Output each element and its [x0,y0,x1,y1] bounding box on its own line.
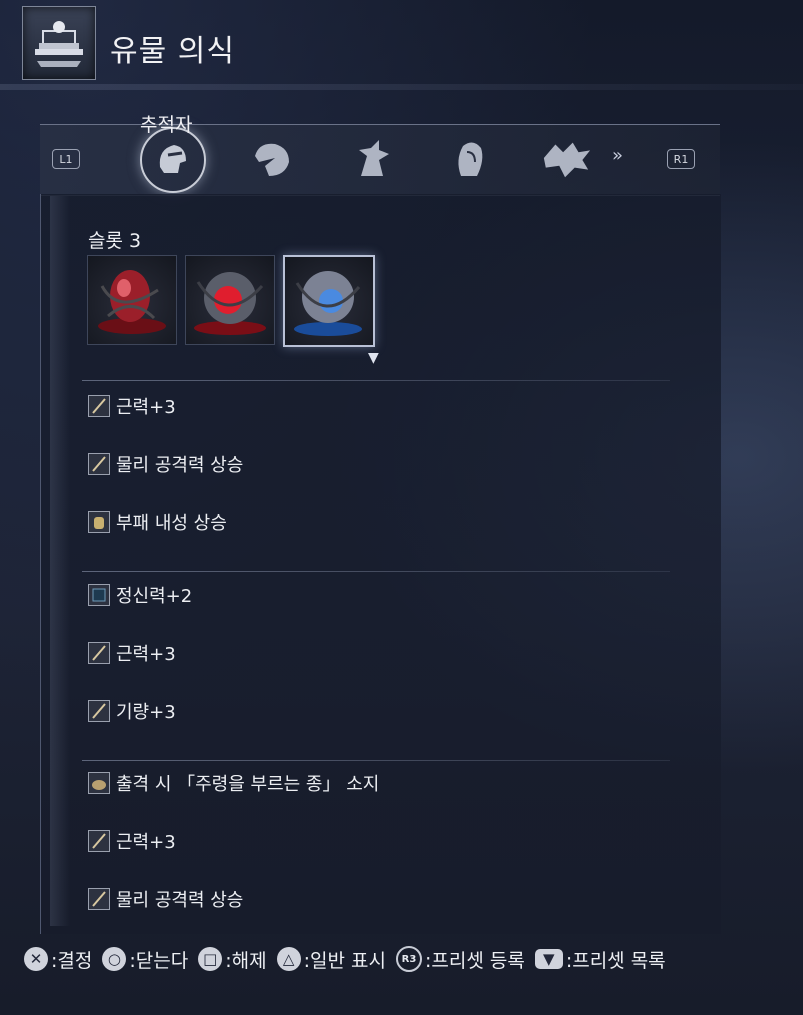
relic-slot-1[interactable] [87,255,177,345]
effect-text: 정신력+2 [116,586,193,607]
divider [82,760,670,761]
tab-tracker[interactable] [140,127,206,193]
triangle-button-icon: △ [276,947,301,971]
sword-icon [88,888,110,910]
mind-icon [88,584,110,606]
button-prompt-bar: ✕ :결정 ○ :닫는다 □ :해제 △ :일반 표시 R3 :프리셋 등록 ▼… [24,944,676,974]
prompt-label: :해제 [225,949,267,972]
pouch-icon [88,772,110,794]
panel-edge-glow [50,196,70,926]
active-tab-label: 추적자 [140,114,193,136]
tab-hooded[interactable] [444,133,496,185]
preset-register-prompt[interactable]: R3 :프리셋 등록 [395,946,525,973]
effect-row: 물리 공격력 상승 [88,887,243,911]
dragon-head-icon [543,142,591,178]
preset-list-prompt[interactable]: ▼ :프리셋 목록 [534,946,666,973]
prompt-label: :닫는다 [129,949,189,972]
relic-slot-3[interactable] [283,255,375,347]
effect-text: 부패 내성 상승 [116,513,227,534]
effect-row: 출격 시 「주령을 부르는 종」 소지 [88,771,379,795]
relic-altar-icon [22,6,96,80]
red-relic-egg-icon [98,270,166,334]
tab-dragon[interactable] [540,133,592,185]
cross-button-icon: ✕ [24,947,48,971]
touchpad-button-icon: ▼ [534,949,563,969]
slot-label: 슬롯 3 [88,230,142,252]
remove-prompt[interactable]: □ :해제 [198,946,267,973]
armor-icon [88,511,110,533]
page-title: 유물 의식 [110,34,235,69]
effect-row: 근력+3 [88,829,176,853]
sword-icon [88,453,110,475]
normal-view-prompt[interactable]: △ :일반 표시 [276,946,386,973]
circle-button-icon: ○ [102,947,127,971]
red-relic-orb-icon [194,272,266,335]
r1-button-icon[interactable]: R1 [667,149,695,169]
effect-text: 기량+3 [116,702,176,723]
prompt-label: :일반 표시 [303,949,386,972]
prompt-label: :결정 [51,949,93,972]
relic-slot-2[interactable] [185,255,275,345]
square-button-icon: □ [198,947,223,971]
effect-text: 근력+3 [116,397,176,418]
prompt-label: :프리셋 목록 [565,949,666,972]
effect-row: 부패 내성 상승 [88,510,227,534]
hooded-woman-icon [458,142,483,176]
effect-row: 근력+3 [88,641,176,665]
eagle-head-icon [255,143,289,176]
tab-eagle[interactable] [246,133,298,185]
sword-icon [88,700,110,722]
close-prompt[interactable]: ○ :닫는다 [102,946,188,973]
confirm-prompt[interactable]: ✕ :결정 [24,946,92,973]
effect-text: 물리 공격력 상승 [116,890,244,911]
effect-row: 물리 공격력 상승 [88,452,243,476]
double-chevron-right-icon[interactable]: » [612,145,623,166]
effect-text: 근력+3 [116,832,176,853]
prompt-label: :프리셋 등록 [424,949,525,972]
effect-row: 근력+3 [88,394,176,418]
effect-row: 정신력+2 [88,583,192,607]
tab-feathered[interactable] [346,133,398,185]
divider [82,380,670,381]
effect-text: 출격 시 「주령을 부르는 종」 소지 [116,774,380,795]
sword-icon [88,830,110,852]
l1-button-icon[interactable]: L1 [52,149,80,169]
divider [82,571,670,572]
chevron-down-icon: ▼ [368,350,379,366]
sword-icon [88,395,110,417]
effect-text: 물리 공격력 상승 [116,455,244,476]
effect-text: 근력+3 [116,644,176,665]
sword-icon [88,642,110,664]
feathered-figure-icon [359,140,389,176]
r3-button-icon: R3 [395,946,422,972]
header-divider [0,84,803,90]
effect-row: 기량+3 [88,699,176,723]
blue-relic-orb-icon [294,271,362,336]
